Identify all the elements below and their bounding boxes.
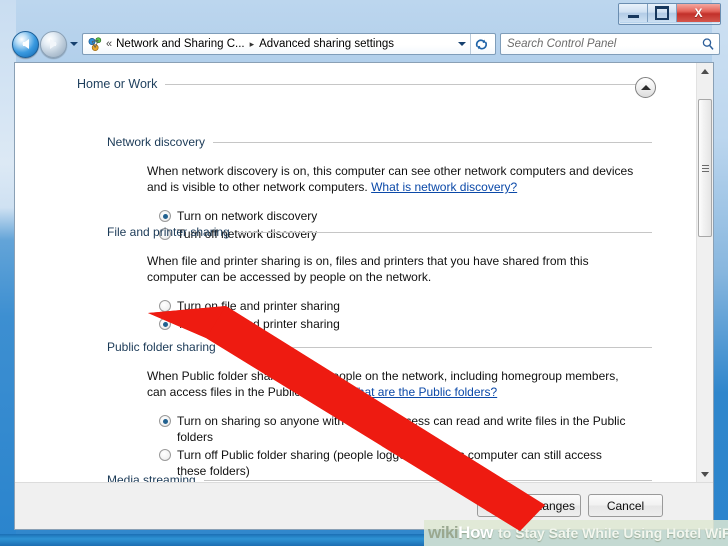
window-controls: X [618,3,721,25]
section-description: When file and printer sharing is on, fil… [147,253,637,285]
cancel-label: Cancel [606,498,645,513]
chevron-down-icon [458,42,466,46]
save-changes-button[interactable]: Save changes [477,494,581,517]
chevron-down-icon [70,42,78,46]
section-media-streaming: Media streaming [107,473,652,482]
breadcrumb-separator-icon[interactable]: ▸ [250,39,255,50]
scroll-thumb[interactable] [698,99,712,237]
header-rule [237,231,652,233]
radio-label: Turn on network discovery [177,209,318,223]
history-dropdown-button[interactable] [68,42,80,46]
profile-header-home-or-work: Home or Work [77,77,645,91]
radio-button-icon[interactable] [159,415,171,427]
back-button[interactable] [12,30,39,58]
section-header-label: Public folder sharing [107,340,216,354]
header-rule [213,141,652,143]
header-rule [165,83,645,85]
arrow-right-icon [50,39,57,49]
scroll-down-button[interactable] [697,466,713,482]
radio-turn-on-network-discovery[interactable]: Turn on network discovery [159,208,652,224]
breadcrumb: « Network and Sharing C... ▸ Advanced sh… [106,38,453,50]
radio-label: Turn off file and printer sharing [177,317,340,331]
section-header-network-discovery: Network discovery [107,135,652,149]
window-right-border [712,0,728,546]
radio-button-icon[interactable] [159,449,171,461]
breadcrumb-item-network-and-sharing-center[interactable]: Network and Sharing C... [116,38,244,50]
refresh-button[interactable] [470,34,491,54]
profile-header-label: Home or Work [77,77,158,91]
close-button[interactable]: X [677,4,720,22]
wikihow-watermark: wiki How to Stay Safe While Using Hotel … [424,520,728,546]
watermark-title-text: to Stay Safe While Using Hotel WiFi [498,525,728,541]
watermark-how-text: How [458,523,494,542]
header-rule [203,479,652,481]
radio-button-icon[interactable] [159,318,171,330]
section-header-label: File and printer sharing [107,225,230,239]
uac-shield-icon [483,499,496,512]
section-file-and-printer-sharing: File and printer sharing When file and p… [107,225,652,332]
maximize-button[interactable] [648,4,677,22]
section-description: When Public folder sharing is on, people… [147,368,627,400]
section-description-text: When file and printer sharing is on, fil… [147,254,589,284]
scroll-up-button[interactable] [697,63,713,79]
maximize-icon [655,6,669,20]
search-box[interactable]: Search Control Panel [500,33,720,55]
address-bar: « Network and Sharing C... ▸ Advanced sh… [8,30,720,58]
radio-button-icon[interactable] [159,210,171,222]
section-header-media-streaming: Media streaming [107,473,652,482]
client-area: Home or Work Network discovery When netw… [14,62,714,530]
breadcrumb-overflow-chevron[interactable]: « [106,38,112,50]
search-input[interactable]: Search Control Panel [507,38,701,50]
save-changes-label: Save changes [498,498,576,513]
explorer-window: X « Network and Sharing C... ▸ Advanced … [0,0,728,546]
title-bar[interactable]: X [0,0,728,28]
radio-turn-on-public-folder-sharing[interactable]: Turn on sharing so anyone with network a… [159,413,652,445]
what-is-network-discovery-link[interactable]: What is network discovery? [371,180,517,194]
section-header-file-and-printer-sharing: File and printer sharing [107,225,652,239]
section-description: When network discovery is on, this compu… [147,163,637,195]
breadcrumb-dropdown-button[interactable] [453,42,470,46]
minimize-button[interactable] [619,4,648,22]
chevron-up-icon [640,85,651,90]
section-header-label: Media streaming [107,473,196,482]
header-rule [223,346,652,348]
section-header-label: Network discovery [107,135,206,149]
section-public-folder-sharing: Public folder sharing When Public folder… [107,340,652,479]
taskbar-strip [0,534,424,546]
breadcrumb-bar[interactable]: « Network and Sharing C... ▸ Advanced sh… [82,33,496,55]
search-icon [701,37,715,51]
vertical-scrollbar[interactable] [696,63,713,482]
grip-icon [701,164,709,172]
collapse-section-button[interactable] [635,77,656,98]
radio-button-icon[interactable] [159,300,171,312]
close-icon: X [694,6,703,20]
breadcrumb-item-advanced-sharing-settings[interactable]: Advanced sharing settings [259,38,394,50]
scroll-down-icon [701,471,709,477]
settings-scroll-region: Home or Work Network discovery When netw… [15,63,697,482]
scroll-up-icon [701,68,709,74]
radio-label: Turn on file and printer sharing [177,299,340,313]
forward-button[interactable] [40,30,67,58]
watermark-wiki-text: wiki [428,523,459,542]
minimize-icon [627,14,639,18]
arrow-left-icon [22,39,29,49]
radio-turn-on-file-and-printer-sharing[interactable]: Turn on file and printer sharing [159,298,652,314]
section-header-public-folder-sharing: Public folder sharing [107,340,652,354]
what-are-the-public-folders-link[interactable]: What are the Public folders? [346,385,497,399]
radio-label: Turn on sharing so anyone with network a… [177,414,626,444]
cancel-button[interactable]: Cancel [588,494,663,517]
radio-turn-off-file-and-printer-sharing[interactable]: Turn off file and printer sharing [159,316,652,332]
refresh-icon [475,38,487,49]
network-sharing-center-icon [87,36,103,52]
